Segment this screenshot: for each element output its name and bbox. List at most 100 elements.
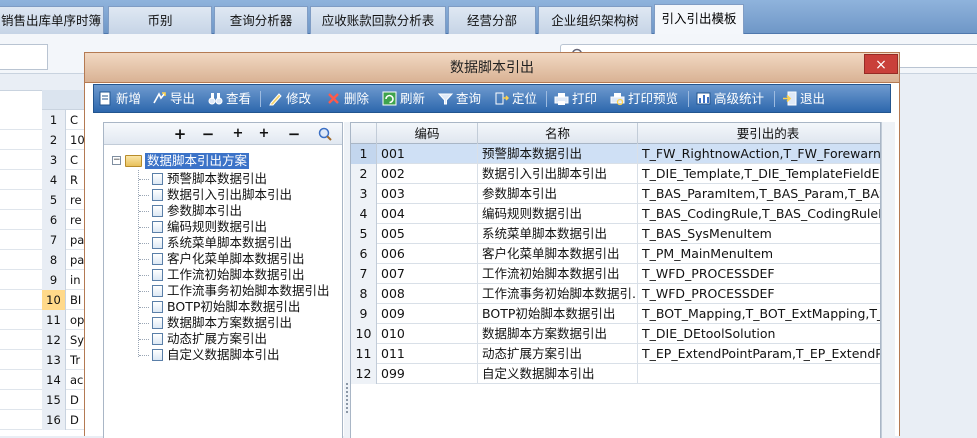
view-button[interactable]: 查看 <box>208 88 251 110</box>
table-row[interactable]: 10 010 数据脚本方案数据引出 T_DIE_DEtoolSolution <box>351 324 880 344</box>
grid-vertical-scrollbar[interactable] <box>881 122 895 438</box>
expand-children-button[interactable]: + <box>228 124 248 144</box>
delete-button[interactable]: 删除 <box>326 88 369 110</box>
table-row[interactable]: 3 003 参数脚本引出 T_BAS_ParamItem,T_BAS_Param,T_… <box>351 184 880 204</box>
background-grid-row[interactable]: 6 re <box>0 210 90 230</box>
refresh-button[interactable]: 刷新 <box>382 88 425 110</box>
cell-name: 自定义数据脚本引出 <box>478 364 638 384</box>
table-row[interactable]: 6 006 客户化菜单脚本数据引出 T_PM_MainMenuItem <box>351 244 880 264</box>
background-grid-row[interactable]: 10 BI <box>0 290 90 310</box>
row-number-header <box>351 123 377 144</box>
cell-name: 预警脚本数据引出 <box>478 144 638 164</box>
background-grid-row[interactable]: 7 pa <box>0 230 90 250</box>
tab-sales-outbound[interactable]: 销售出库单序时簿 <box>0 6 104 34</box>
tree-node[interactable]: 预警脚本数据引出 <box>152 171 267 187</box>
tab-receivables-analysis[interactable]: 应收账款回款分析表 <box>310 6 446 34</box>
expand-node-button[interactable]: + <box>170 124 190 144</box>
tree-node-label: 客户化菜单脚本数据引出 <box>167 251 305 266</box>
print-preview-button[interactable]: 打印预览 <box>610 88 678 110</box>
edit-button[interactable]: 修改 <box>268 88 311 110</box>
advanced-stats-button[interactable]: 高级统计 <box>696 88 764 110</box>
tree-node-label: 工作流事务初始脚本数据引出 <box>167 283 330 298</box>
table-row[interactable]: 1 001 预警脚本数据引出 T_FW_RightnowAction,T_FW_For… <box>351 144 880 164</box>
locate-button[interactable]: 定位 <box>494 88 537 110</box>
background-grid-row[interactable]: 2 10 <box>0 130 90 150</box>
tree-collapse-toggle[interactable]: − <box>112 156 121 165</box>
background-grid-row[interactable]: 15 D <box>0 390 90 410</box>
export-button[interactable]: 导出 <box>152 88 195 110</box>
background-grid-row[interactable]: 9 in <box>0 270 90 290</box>
tree-node[interactable]: 编码规则数据引出 <box>152 219 267 235</box>
tab-business-segment[interactable]: 经营分部 <box>448 6 536 34</box>
tree-node[interactable]: 动态扩展方案引出 <box>152 331 267 347</box>
cell-tables: T_EP_ExtendPointParam,T_EP_ExtendPoin <box>638 344 880 364</box>
background-grid-row[interactable]: 14 ac <box>0 370 90 390</box>
tree-connector <box>139 323 149 324</box>
folder-icon <box>125 155 142 167</box>
tree-node[interactable]: 系统菜单脚本数据引出 <box>152 235 292 251</box>
background-input[interactable] <box>0 44 48 70</box>
background-grid-row[interactable]: 5 re <box>0 190 90 210</box>
print-button[interactable]: 打印 <box>554 88 597 110</box>
tab-currency[interactable]: 币别 <box>108 6 212 34</box>
delete-icon <box>328 93 339 104</box>
table-row[interactable]: 2 002 数据引入引出脚本引出 T_DIE_Template,T_DIE_Templ… <box>351 164 880 184</box>
search-icon[interactable] <box>318 127 332 141</box>
column-header-tables[interactable]: 要引出的表 <box>638 123 880 144</box>
row-number: 5 <box>42 190 66 210</box>
tab-query-analyzer[interactable]: 查询分析器 <box>214 6 308 34</box>
table-row[interactable]: 7 007 工作流初始脚本数据引出 T_WFD_PROCESSDEF <box>351 264 880 284</box>
tree-node[interactable]: 工作流事务初始脚本数据引出 <box>152 283 330 299</box>
export-icon <box>153 92 166 104</box>
table-row[interactable]: 9 009 BOTP初始脚本数据引出 T_BOT_Mapping,T_BOT_ExtM… <box>351 304 880 324</box>
splitter-grip[interactable] <box>346 383 348 413</box>
table-row[interactable]: 11 011 动态扩展方案引出 T_EP_ExtendPointParam,T_EP_… <box>351 344 880 364</box>
tab-import-export-template[interactable]: 引入引出模板 <box>654 4 744 34</box>
background-grid-row[interactable]: 11 op <box>0 310 90 330</box>
tree-node-label: 数据脚本方案数据引出 <box>167 315 293 330</box>
row-number: 15 <box>42 390 66 410</box>
expand-all-button[interactable]: + <box>254 124 274 144</box>
background-grid-row[interactable]: 4R <box>0 170 90 190</box>
document-icon <box>152 316 163 329</box>
background-grid-row[interactable]: 12 Sy <box>0 330 90 350</box>
background-grid-row[interactable]: 13 Tr <box>0 350 90 370</box>
table-row[interactable]: 12 099 自定义数据脚本引出 <box>351 364 880 384</box>
background-grid-row[interactable]: 8 pa <box>0 250 90 270</box>
tree-node[interactable]: 数据脚本方案数据引出 <box>152 315 292 331</box>
background-grid-row[interactable]: 1C <box>0 110 90 130</box>
collapse-node-button[interactable]: − <box>198 124 218 144</box>
tree-node[interactable]: BOTP初始脚本数据引出 <box>152 299 300 315</box>
table-row[interactable]: 8 008 工作流事务初始脚本数据引... T_WFD_PROCESSDEF <box>351 284 880 304</box>
cell-tables: T_PM_MainMenuItem <box>638 244 880 264</box>
tree-connector <box>139 227 149 228</box>
exit-button[interactable]: 退出 <box>782 88 825 110</box>
row-number: 6 <box>351 244 377 264</box>
column-header-code[interactable]: 编码 <box>377 123 478 144</box>
print-label: 打印 <box>572 91 598 106</box>
close-button[interactable]: × <box>864 54 898 74</box>
background-grid-row[interactable]: 16 D <box>0 410 90 430</box>
table-row[interactable]: 5 005 系统菜单脚本数据引出 T_BAS_SysMenuItem <box>351 224 880 244</box>
column-header-name[interactable]: 名称 <box>478 123 638 144</box>
new-button[interactable]: 新增 <box>98 88 141 110</box>
tree-node[interactable]: 工作流初始脚本数据引出 <box>152 267 305 283</box>
background-grid-row[interactable]: 3C <box>0 150 90 170</box>
new-document-icon <box>99 91 111 106</box>
tree-node[interactable]: 参数脚本引出 <box>152 203 242 219</box>
exit-icon <box>783 91 797 106</box>
document-icon <box>152 220 163 233</box>
tree-node[interactable]: 客户化菜单脚本数据引出 <box>152 251 305 267</box>
cell-tables: T_BAS_SysMenuItem <box>638 224 880 244</box>
query-button[interactable]: 查询 <box>438 88 481 110</box>
table-row[interactable]: 4 004 编码规则数据引出 T_BAS_CodingRule,T_BAS_Codin… <box>351 204 880 224</box>
collapse-all-button[interactable]: − <box>284 124 304 144</box>
row-number: 1 <box>351 144 377 164</box>
cell-code: 002 <box>377 164 478 184</box>
tree-node[interactable]: 自定义数据脚本引出 <box>152 347 280 363</box>
dialog-title-bar[interactable]: 数据脚本引出 × <box>85 53 899 83</box>
statistics-icon <box>696 92 711 105</box>
cell-code: 003 <box>377 184 478 204</box>
tab-org-tree[interactable]: 企业组织架构树 <box>538 6 652 34</box>
tree-node[interactable]: 数据引入引出脚本引出 <box>152 187 292 203</box>
